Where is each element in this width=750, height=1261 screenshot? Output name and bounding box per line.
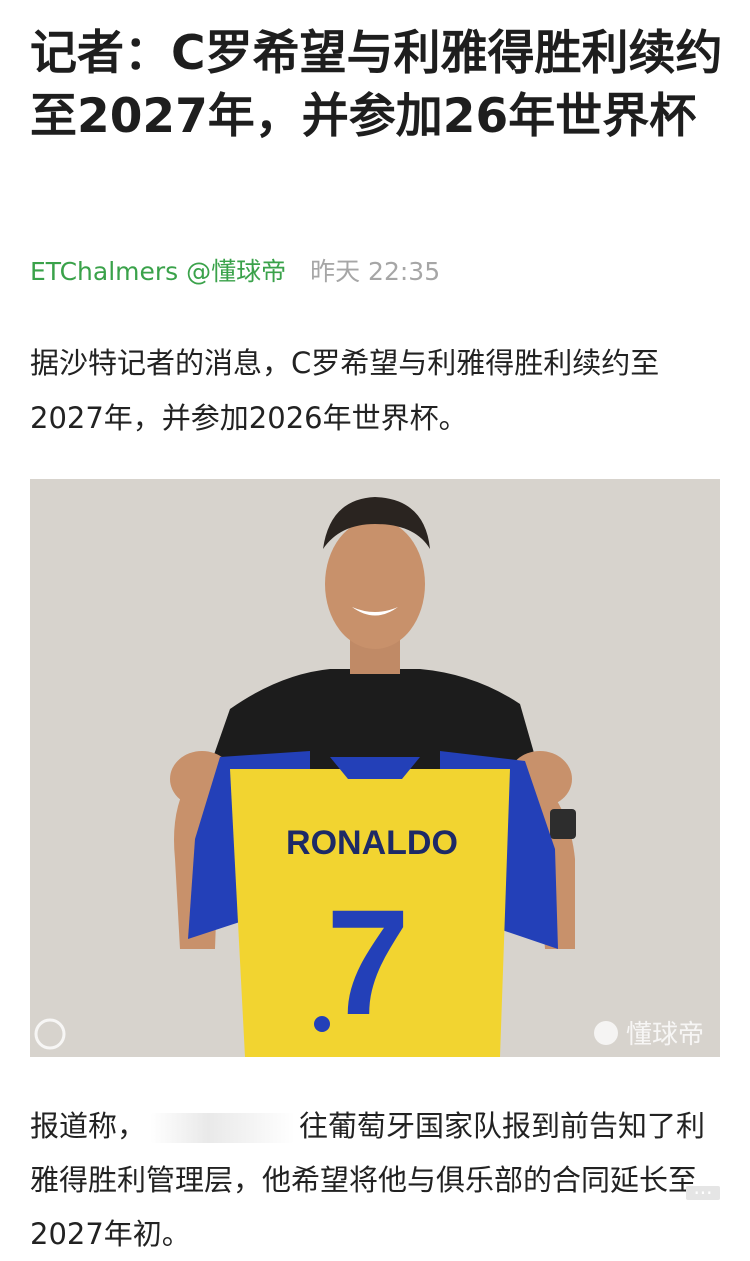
ronaldo-jersey-photo: RONALDO 7 懂球帝 xyxy=(30,479,720,1057)
publish-time: 昨天 22:35 xyxy=(310,257,441,286)
body-prefix-text: 报道称， xyxy=(30,1109,147,1143)
watermark-text: 懂球帝 xyxy=(626,1020,704,1050)
shirt-name-text: RONALDO xyxy=(286,824,458,862)
author-link[interactable]: ETChalmers @懂球帝 xyxy=(30,257,286,286)
blurred-redaction xyxy=(150,1113,296,1143)
more-badge[interactable]: ··· xyxy=(686,1183,720,1203)
article-intro-paragraph: 据沙特记者的消息，C罗希望与利雅得胜利续约至2027年，并参加2026年世界杯。 xyxy=(30,346,660,435)
shirt-number-text: 7 xyxy=(326,878,409,1046)
article-title: 记者：C罗希望与利雅得胜利续约至2027年，并参加26年世界杯 xyxy=(30,26,723,144)
article-meta: ETChalmers @懂球帝 昨天 22:35 xyxy=(30,254,440,290)
article-photo[interactable]: RONALDO 7 懂球帝 xyxy=(30,479,720,1057)
article-body-paragraph: 报道称， 往葡萄牙国家队报到前告知了利雅得胜利管理层，他希望将他与俱乐部的合同延长… xyxy=(30,1099,730,1261)
